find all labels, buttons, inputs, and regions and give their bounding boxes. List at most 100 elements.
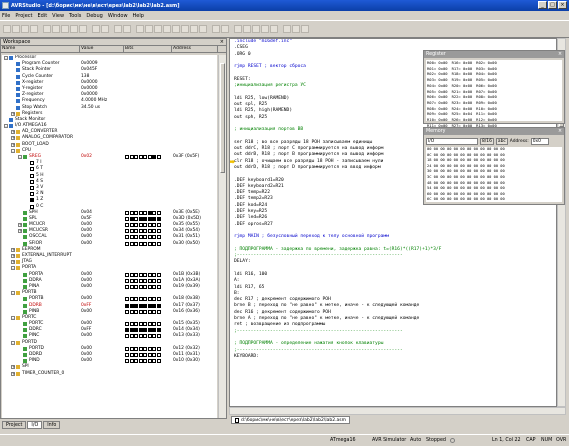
collapse-icon[interactable]: - [11,148,15,153]
col-bits[interactable]: Bits [124,46,172,52]
ascii-toggle-button[interactable]: abc [495,138,508,145]
bit-box[interactable] [143,235,147,240]
bit-box[interactable] [147,328,152,333]
bit-box[interactable] [125,334,129,339]
col-address[interactable]: Address [172,46,218,52]
bits-display[interactable] [125,297,161,302]
registers-icon[interactable] [252,25,260,33]
trace-icon[interactable] [283,25,291,33]
bit-box[interactable] [134,353,138,357]
editor-hscrollbar[interactable] [229,407,566,415]
address-input[interactable]: 0x0 [530,138,549,145]
cut-icon[interactable] [43,25,51,33]
bit-box[interactable] [138,346,143,351]
bit-box[interactable] [134,223,138,228]
bit-box[interactable] [138,328,143,333]
bit-box[interactable] [138,284,143,289]
bit-box[interactable] [143,278,147,283]
bit-box[interactable] [125,241,129,246]
bit-box[interactable] [156,216,161,221]
io-tree[interactable]: - Processor Program Counter 0x0009 Stack Poi… [2,55,217,418]
bit-box[interactable] [134,241,138,246]
bit-box[interactable] [125,223,129,228]
stop-icon[interactable] [154,25,162,33]
run-icon[interactable] [136,25,144,33]
bits-display[interactable] [125,359,161,364]
undo-icon[interactable] [70,25,78,33]
bit-box[interactable] [129,229,134,234]
bit-box[interactable] [129,297,134,302]
bit-box[interactable] [143,353,147,357]
bit-box[interactable] [129,353,134,357]
bits-display[interactable] [125,229,161,234]
break-icon[interactable] [145,25,153,33]
bit-box[interactable] [143,359,147,364]
close-button[interactable]: × [558,1,567,9]
bit-box[interactable] [125,272,129,277]
step-over-icon[interactable] [181,25,189,33]
col-value[interactable]: Value [80,46,124,52]
bit-box[interactable] [125,229,129,234]
expand-icon[interactable]: + [18,223,22,228]
col-name[interactable]: Name [1,46,80,52]
bits-display[interactable] [125,241,161,246]
bit-box[interactable] [134,297,138,302]
tab-info[interactable]: Info [43,421,61,429]
step-into-icon[interactable] [172,25,180,33]
bit-box[interactable] [138,278,143,283]
bit-box[interactable] [138,216,143,221]
bit-box[interactable] [147,334,152,339]
save-icon[interactable] [21,25,29,33]
menu-item-project[interactable]: Project [15,13,32,19]
bit-box[interactable] [129,278,134,283]
memory-type-select[interactable]: I/O [426,138,478,145]
bit-box[interactable] [156,155,161,159]
new-file-icon[interactable] [3,25,11,33]
bit-box[interactable] [138,309,143,314]
bit-box[interactable] [134,272,138,277]
bit-box[interactable] [125,359,129,364]
bit-box[interactable] [125,210,129,215]
bit-box[interactable] [138,235,143,240]
bit-box[interactable] [129,328,134,333]
open-icon[interactable] [12,25,20,33]
bit-box[interactable] [147,278,152,283]
bit-box[interactable] [156,359,161,364]
bit-box[interactable] [152,272,156,277]
tab-project[interactable]: Project [2,421,27,429]
bit-box[interactable] [129,284,134,289]
workspace-scrollbar[interactable] [218,55,226,418]
collapse-icon[interactable]: - [11,315,15,320]
menu-item-edit[interactable]: Edit [37,13,47,19]
bit-box[interactable] [152,210,156,215]
bit-box[interactable] [134,155,138,159]
menu-item-view[interactable]: View [52,13,64,19]
expand-icon[interactable]: + [11,260,15,265]
tab-io[interactable]: I/O [27,421,43,429]
bit-box[interactable] [134,309,138,314]
bit-box[interactable] [143,334,147,339]
bit-box[interactable] [152,241,156,246]
bit-box[interactable] [143,272,147,277]
bit-box[interactable] [129,322,134,327]
bit-box[interactable] [152,284,156,289]
io-view-icon[interactable] [261,25,269,33]
bit-box[interactable] [125,297,129,302]
bit-box[interactable] [152,155,156,159]
bit-box[interactable] [156,297,161,302]
bit-box[interactable] [129,346,134,351]
bit-box[interactable] [156,278,161,283]
close-icon[interactable]: × [558,128,562,135]
maximize-button[interactable]: □ [548,1,557,9]
bit-box[interactable] [138,229,143,234]
paste-icon[interactable] [61,25,69,33]
bit-box[interactable] [152,309,156,314]
bit-box[interactable] [129,216,134,221]
redo-icon[interactable] [79,25,87,33]
bit-box[interactable] [143,155,147,159]
bit-box[interactable] [147,322,152,327]
run-to-cursor-icon[interactable] [199,25,207,33]
bit-box[interactable] [143,229,147,234]
bit-box[interactable] [156,223,161,228]
build-icon[interactable] [114,25,122,33]
